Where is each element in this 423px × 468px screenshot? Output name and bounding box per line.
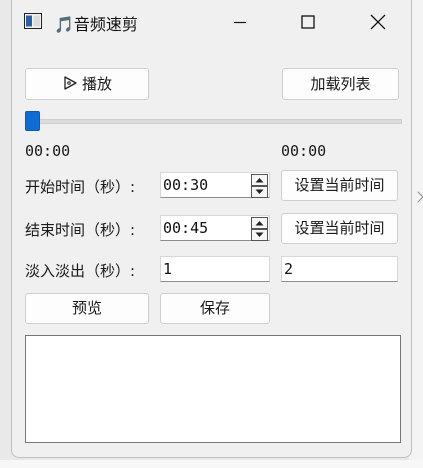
progress-slider-track[interactable]: [36, 119, 402, 124]
end-time-decrement[interactable]: [251, 229, 268, 241]
app-window: 🎵音频速剪 播放 加载列表 00:00 00:00 开始时间（秒）: 00:30…: [11, 0, 412, 458]
chevron-up-icon: [255, 221, 264, 226]
start-time-increment[interactable]: [251, 174, 268, 186]
minimize-icon: [234, 21, 246, 24]
start-time-decrement[interactable]: [251, 186, 268, 198]
current-time-label: 00:00: [25, 142, 71, 160]
play-label: 播放: [81, 75, 112, 93]
progress-slider-handle[interactable]: [25, 111, 40, 131]
close-button[interactable]: [356, 8, 400, 36]
close-icon: [370, 14, 386, 30]
title-bar[interactable]: 🎵音频速剪: [12, 0, 411, 44]
app-icon: [24, 13, 42, 29]
background-desktop: [0, 460, 423, 468]
save-button[interactable]: 保存: [160, 293, 270, 324]
end-time-label: 结束时间（秒）:: [25, 221, 136, 239]
end-time-increment[interactable]: [251, 217, 268, 229]
total-time-label: 00:00: [281, 142, 327, 160]
fade-label: 淡入淡出（秒）:: [25, 262, 136, 280]
maximize-button[interactable]: [286, 8, 330, 36]
log-textarea[interactable]: [25, 335, 401, 443]
play-icon: [64, 76, 77, 90]
minimize-button[interactable]: [218, 8, 262, 36]
set-start-current-time-button[interactable]: 设置当前时间: [281, 170, 398, 201]
chevron-down-icon: [255, 232, 264, 237]
window-title: 🎵音频速剪: [54, 15, 138, 34]
load-list-button[interactable]: 加载列表: [282, 68, 399, 100]
preview-button[interactable]: 预览: [25, 293, 149, 324]
fade-in-input[interactable]: 1: [160, 256, 270, 282]
play-button[interactable]: 播放: [25, 68, 149, 100]
start-time-label: 开始时间（秒）:: [25, 178, 136, 196]
set-end-current-time-button[interactable]: 设置当前时间: [281, 213, 398, 244]
chevron-up-icon: [255, 178, 264, 183]
maximize-icon: [301, 15, 315, 29]
fade-out-input[interactable]: 2: [281, 256, 398, 282]
chevron-down-icon: [255, 189, 264, 194]
